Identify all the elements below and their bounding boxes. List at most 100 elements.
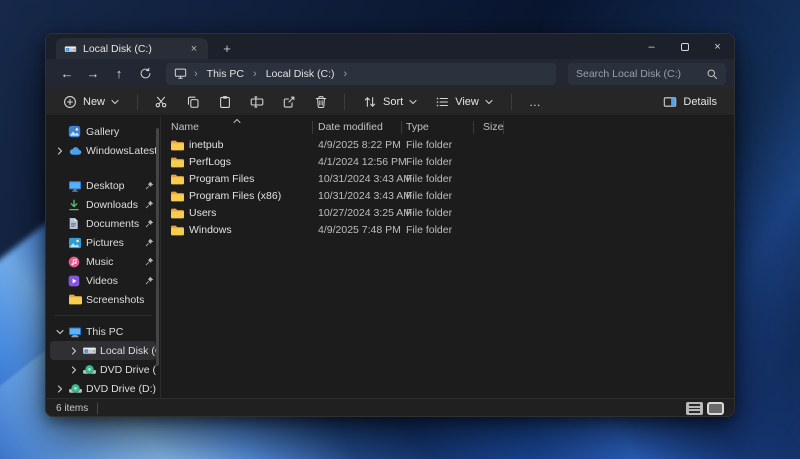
tab-close-icon[interactable]: ×	[186, 43, 202, 55]
chevron-down-icon	[485, 98, 493, 106]
breadcrumb-item-local-disk-c[interactable]: Local Disk (C:)	[264, 68, 337, 80]
onedrive-cloud-icon	[68, 145, 86, 156]
sidebar-scrollbar[interactable]	[156, 128, 159, 366]
chevron-down-icon	[409, 98, 417, 106]
column-header-name[interactable]: Name	[171, 121, 199, 133]
sidebar-item-music[interactable]: Music	[50, 252, 156, 271]
view-toggles	[686, 402, 724, 415]
minimize-button[interactable]: –	[635, 34, 668, 59]
folder-icon	[170, 156, 185, 169]
chevron-right-icon[interactable]	[56, 385, 68, 393]
navigation-bar: ← → ↑ ›This PC›Local Disk (C:)›	[46, 59, 734, 88]
file-row-inetpub[interactable]: inetpub4/9/2025 8:22 PMFile folder	[161, 137, 734, 154]
sidebar-item-downloads[interactable]: Downloads	[50, 195, 156, 214]
sidebar-item-dvd-drive-d[interactable]: DVD Drive (D:)	[50, 360, 156, 379]
dvd-drive-icon	[82, 364, 100, 375]
chevron-right-icon[interactable]	[70, 347, 82, 355]
back-button[interactable]: ←	[54, 62, 80, 86]
chevron-down-icon	[111, 98, 119, 106]
file-name: inetpub	[189, 139, 223, 151]
details-pane-button[interactable]: Details	[654, 92, 726, 112]
search-input[interactable]	[576, 68, 706, 80]
delete-icon	[314, 95, 328, 109]
column-divider[interactable]	[312, 121, 313, 134]
address-bar[interactable]: ›This PC›Local Disk (C:)›	[166, 63, 556, 85]
sidebar-item-label: Gallery	[86, 126, 156, 138]
sidebar-item-videos[interactable]: Videos	[50, 271, 156, 290]
copy-button[interactable]	[179, 90, 207, 114]
new-plus-icon	[63, 95, 77, 109]
sidebar-item-pictures[interactable]: Pictures	[50, 233, 156, 252]
see-more-button[interactable]: …	[521, 95, 550, 109]
refresh-button[interactable]	[132, 62, 158, 86]
local-disk-icon	[82, 345, 100, 356]
column-header-date-modified[interactable]: Date modified	[318, 121, 383, 133]
rename-button[interactable]	[243, 90, 271, 114]
column-divider[interactable]	[473, 121, 474, 134]
chevron-right-icon[interactable]	[56, 147, 68, 155]
sidebar-item-screenshots[interactable]: Screenshots	[50, 290, 156, 309]
downloads-icon	[68, 199, 86, 211]
sort-button[interactable]: Sort	[354, 92, 426, 112]
column-header-type[interactable]: Type	[406, 121, 429, 133]
share-button[interactable]	[275, 90, 303, 114]
folder-icon	[170, 139, 185, 152]
file-name: Users	[189, 207, 216, 219]
chevron-down-icon[interactable]	[56, 328, 68, 336]
tab-local-disk-c[interactable]: Local Disk (C:) ×	[56, 38, 208, 59]
file-row-program-files[interactable]: Program Files10/31/2024 3:43 AMFile fold…	[161, 171, 734, 188]
sidebar-item-gallery[interactable]: Gallery	[50, 122, 156, 141]
file-date-modified: 10/31/2024 3:43 AM	[318, 173, 412, 185]
sidebar-item-documents[interactable]: Documents	[50, 214, 156, 233]
search-box[interactable]	[568, 63, 726, 85]
maximize-button[interactable]	[668, 34, 701, 59]
file-type: File folder	[406, 173, 452, 185]
cut-button[interactable]	[147, 90, 175, 114]
chevron-right-icon[interactable]	[70, 366, 82, 374]
dvd-drive-icon	[68, 383, 86, 394]
column-header-size[interactable]: Size	[483, 121, 503, 133]
status-divider	[97, 403, 98, 414]
sidebar-item-dvd-drive-d-c[interactable]: DVD Drive (D:) C	[50, 379, 156, 398]
file-row-perflogs[interactable]: PerfLogs4/1/2024 12:56 PMFile folder	[161, 154, 734, 171]
toolbar-separator	[344, 94, 345, 110]
file-row-users[interactable]: Users10/27/2024 3:25 AMFile folder	[161, 205, 734, 222]
sort-button-label: Sort	[383, 96, 403, 108]
breadcrumb-item-this-pc[interactable]: This PC	[205, 68, 246, 80]
column-divider[interactable]	[503, 121, 504, 134]
breadcrumb-chevron-icon[interactable]: ›	[337, 68, 355, 80]
music-icon	[68, 256, 86, 268]
file-type: File folder	[406, 139, 452, 151]
file-row-windows[interactable]: Windows4/9/2025 7:48 PMFile folder	[161, 222, 734, 239]
file-name: Windows	[189, 224, 232, 236]
folder-icon	[170, 173, 185, 186]
sort-icon	[363, 95, 377, 109]
desktop-icon	[68, 180, 86, 192]
details-view-toggle[interactable]	[686, 402, 703, 415]
paste-button[interactable]	[211, 90, 239, 114]
new-button[interactable]: New	[54, 92, 128, 112]
folder-icon	[170, 190, 185, 203]
sidebar-item-windowslatest[interactable]: WindowsLatest	[50, 141, 156, 160]
file-row-program-files-x86[interactable]: Program Files (x86)10/31/2024 3:43 AMFil…	[161, 188, 734, 205]
sidebar-item-label: DVD Drive (D:)	[100, 364, 156, 376]
sidebar-item-desktop[interactable]: Desktop	[50, 176, 156, 195]
sidebar-item-this-pc[interactable]: This PC	[50, 322, 156, 341]
folder-icon	[68, 293, 86, 306]
forward-button[interactable]: →	[80, 62, 106, 86]
file-date-modified: 4/9/2025 7:48 PM	[318, 224, 401, 236]
close-button[interactable]: ×	[701, 34, 734, 59]
view-button[interactable]: View	[426, 92, 502, 112]
up-button[interactable]: ↑	[106, 62, 132, 86]
new-tab-button[interactable]: +	[218, 41, 236, 56]
breadcrumb-chevron-icon[interactable]: ›	[187, 68, 205, 80]
column-divider[interactable]	[401, 121, 402, 134]
share-icon	[282, 95, 296, 109]
gallery-icon	[68, 125, 86, 138]
pin-icon	[143, 257, 156, 266]
breadcrumb-chevron-icon[interactable]: ›	[246, 68, 264, 80]
location-icon	[174, 67, 187, 80]
large-icons-view-toggle[interactable]	[707, 402, 724, 415]
delete-button[interactable]	[307, 90, 335, 114]
sidebar-item-local-disk-c[interactable]: Local Disk (C:)	[50, 341, 156, 360]
